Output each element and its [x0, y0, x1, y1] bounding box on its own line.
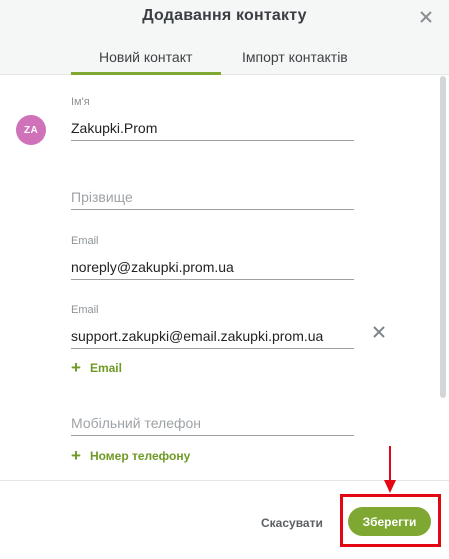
cancel-button[interactable]: Скасувати	[261, 516, 323, 530]
surname-field[interactable]	[71, 184, 354, 210]
add-email-button[interactable]: + Email	[71, 358, 122, 377]
close-icon[interactable]	[416, 7, 436, 27]
tab-import-contacts[interactable]: Імпорт контактів	[242, 49, 348, 65]
add-phone-button[interactable]: + Номер телефону	[71, 446, 191, 465]
scrollbar[interactable]	[440, 76, 446, 398]
email-field[interactable]	[71, 254, 354, 280]
plus-icon: +	[71, 358, 81, 377]
name-field[interactable]	[71, 115, 354, 141]
active-tab-indicator	[71, 72, 221, 75]
remove-email-icon[interactable]	[372, 325, 386, 339]
email-label: Email	[71, 235, 99, 247]
tab-new-contact[interactable]: Новий контакт	[99, 49, 192, 65]
add-email-label: Email	[89, 361, 122, 375]
email-field-secondary[interactable]	[71, 323, 354, 349]
add-phone-label: Номер телефону	[89, 449, 191, 463]
dialog-title: Додавання контакту	[142, 7, 307, 24]
mobile-phone-field[interactable]	[71, 410, 354, 436]
plus-icon: +	[71, 446, 81, 465]
email-label-secondary: Email	[71, 304, 99, 316]
avatar: ZA	[16, 115, 46, 145]
save-button[interactable]: Зберегти	[348, 507, 431, 536]
annotation-arrow-down-icon	[384, 446, 396, 493]
name-label: Ім'я	[71, 96, 90, 108]
dialog-header: Додавання контакту Новий контакт Імпорт …	[0, 0, 449, 75]
